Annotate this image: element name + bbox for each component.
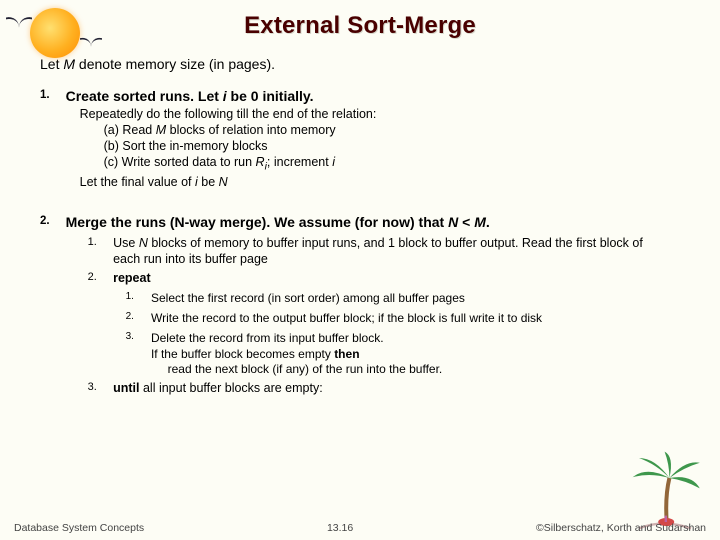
step-2-head: Merge the runs (N-way merge). <box>66 214 271 230</box>
var-n: N <box>139 236 148 250</box>
var-m: M <box>474 214 486 230</box>
text: We assume (for now) that <box>270 214 448 230</box>
text: Let <box>40 56 63 72</box>
text: (a) Read <box>104 123 156 137</box>
step-2: 2. Merge the runs (N-way merge). We assu… <box>40 214 688 397</box>
var-n: N <box>219 175 228 189</box>
text: be 0 initially. <box>227 88 314 104</box>
list-marker: 1. <box>126 291 148 304</box>
text: Use <box>113 236 139 250</box>
var-i: i <box>332 155 335 169</box>
text: If the buffer block becomes empty <box>151 347 334 361</box>
sun-decor <box>30 8 80 58</box>
step-2-1: 1. Use N blocks of memory to buffer inpu… <box>66 235 686 267</box>
footer-left: Database System Concepts <box>14 522 144 534</box>
text: Let <box>194 88 223 104</box>
list-marker: 1. <box>40 88 62 103</box>
step-1b: (b) Sort the in-memory blocks <box>66 138 686 154</box>
keyword-then: then <box>334 347 359 361</box>
list-marker: 1. <box>88 235 110 249</box>
slide-title: External Sort-Merge <box>0 0 720 40</box>
footer-right: ©Silberschatz, Korth and Sudarshan <box>536 522 706 534</box>
repeat-1: 1. Select the first record (in sort orde… <box>66 291 686 306</box>
text: denote memory size (in pages). <box>75 56 275 72</box>
step-1a: (a) Read M blocks of relation into memor… <box>66 122 686 138</box>
step-1: 1. Create sorted runs. Let i be 0 initia… <box>40 88 688 190</box>
text: read the next block (if any) of the run … <box>151 362 442 376</box>
text: . <box>486 214 490 230</box>
list-marker: 2. <box>126 311 148 324</box>
bird-icon <box>6 16 32 28</box>
palm-tree-decor <box>618 450 708 530</box>
step-2-2: 2. repeat <box>66 270 686 286</box>
intro-line: Let M denote memory size (in pages). <box>40 56 688 74</box>
text: (c) Write sorted data to run <box>104 155 256 169</box>
repeat-2: 2. Write the record to the output buffer… <box>66 311 686 326</box>
text: blocks of memory to buffer input runs, a… <box>113 236 643 266</box>
list-marker: 3. <box>88 380 110 394</box>
list-marker: 3. <box>126 331 148 344</box>
step-1-head: Create sorted runs. <box>66 88 194 104</box>
text: blocks of relation into memory <box>166 123 336 137</box>
keyword-until: until <box>113 381 139 395</box>
step-1c: (c) Write sorted data to run Ri; increme… <box>66 154 686 174</box>
repeat-3: 3. Delete the record from its input buff… <box>66 331 686 377</box>
list-marker: 2. <box>40 214 62 229</box>
footer-center: 13.16 <box>327 522 353 534</box>
text: Repeatedly do the following till the end… <box>66 106 686 122</box>
step-2-3: 3. until all input buffer blocks are emp… <box>66 380 686 396</box>
var-m: M <box>156 123 166 137</box>
var-m: M <box>63 56 75 72</box>
text: Let the final value of <box>80 175 195 189</box>
bird-icon <box>80 37 102 47</box>
text: Select the first record (in sort order) … <box>151 291 671 306</box>
slide-footer: Database System Concepts 13.16 ©Silbersc… <box>0 522 720 534</box>
text: Delete the record from its input buffer … <box>151 331 384 345</box>
text: ; increment <box>267 155 332 169</box>
text: Write the record to the output buffer bl… <box>151 311 671 326</box>
text: be <box>198 175 219 189</box>
keyword-repeat: repeat <box>113 271 151 285</box>
list-marker: 2. <box>88 270 110 284</box>
step-1-final: Let the final value of i be N <box>66 174 686 190</box>
var-n: N <box>448 214 458 230</box>
var-r: R <box>256 155 265 169</box>
text: < <box>458 214 474 230</box>
text: all input buffer blocks are empty: <box>140 381 323 395</box>
slide-content: Let M denote memory size (in pages). 1. … <box>0 40 720 396</box>
